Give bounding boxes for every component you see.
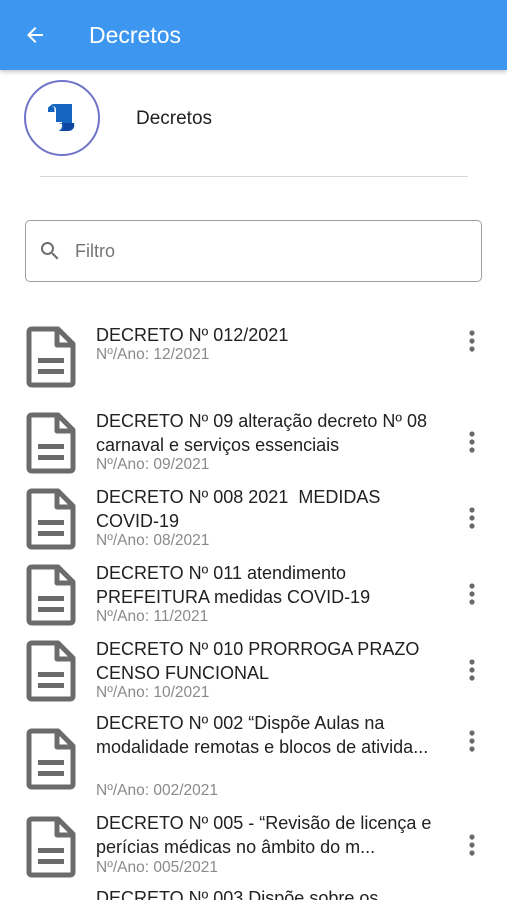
more-options-button[interactable] xyxy=(460,326,484,356)
document-icon xyxy=(26,728,76,790)
list-item[interactable]: DECRETO Nº 002 “Dispõe Aulas na modalida… xyxy=(0,710,507,806)
item-subtitle: Nº/Ano: 10/2021 xyxy=(96,684,210,701)
more-vertical-icon xyxy=(469,583,475,605)
item-subtitle: Nº/Ano: 002/2021 xyxy=(96,782,219,799)
document-icon xyxy=(26,816,76,878)
more-vertical-icon xyxy=(469,834,475,856)
more-vertical-icon xyxy=(469,659,475,681)
search-icon xyxy=(41,242,59,260)
header-divider xyxy=(40,176,468,177)
category-avatar xyxy=(24,80,100,156)
arrow-left-icon xyxy=(27,27,43,43)
item-title: DECRETO Nº 011 atendimento PREFEITURA me… xyxy=(96,563,371,607)
item-title: DECRETO Nº 002 “Dispõe Aulas na modalida… xyxy=(96,713,429,757)
more-vertical-icon xyxy=(469,431,475,453)
item-title: DECRETO Nº 012/2021 xyxy=(96,325,289,345)
more-vertical-icon xyxy=(469,507,475,529)
category-header: Decretos xyxy=(0,70,507,180)
list-item[interactable]: DECRETO Nº 010 PRORROGA PRAZO CENSO FUNC… xyxy=(0,634,507,706)
document-icon xyxy=(26,326,76,388)
more-options-button[interactable] xyxy=(460,830,484,860)
more-vertical-icon xyxy=(469,330,475,352)
scroll-icon xyxy=(48,104,75,131)
more-options-button[interactable] xyxy=(460,503,484,533)
back-button[interactable] xyxy=(0,0,70,70)
more-options-button[interactable] xyxy=(460,579,484,609)
item-subtitle: Nº/Ano: 11/2021 xyxy=(96,608,209,625)
list-item[interactable]: DECRETO Nº 008 2021 MEDIDAS COVID-19 Nº/… xyxy=(0,482,507,554)
list-item[interactable]: DECRETO Nº 011 atendimento PREFEITURA me… xyxy=(0,558,507,630)
item-title: DECRETO Nº 005 - “Revisão de licença e p… xyxy=(96,813,437,857)
item-title: DECRETO Nº 008 2021 MEDIDAS COVID-19 xyxy=(96,487,386,531)
filter-field[interactable] xyxy=(25,220,482,282)
page-title: Decretos xyxy=(89,21,182,48)
item-subtitle: Nº/Ano: 005/2021 xyxy=(96,859,219,876)
document-icon xyxy=(26,412,76,474)
list-item[interactable]: DECRETO Nº 005 - “Revisão de licença e p… xyxy=(0,810,507,882)
item-subtitle: Nº/Ano: 08/2021 xyxy=(96,532,210,549)
item-title: DECRETO Nº 003 Dispõe sobre os xyxy=(96,888,379,900)
more-vertical-icon xyxy=(469,730,475,752)
more-options-button[interactable] xyxy=(460,655,484,685)
document-icon xyxy=(26,488,76,550)
item-subtitle: Nº/Ano: 09/2021 xyxy=(96,456,210,473)
app-bar: Decretos xyxy=(0,0,507,70)
category-title: Decretos xyxy=(136,108,213,129)
filter-input[interactable] xyxy=(75,240,455,262)
list-item[interactable]: DECRETO Nº 09 alteração decreto Nº 08 ca… xyxy=(0,406,507,478)
item-subtitle: Nº/Ano: 12/2021 xyxy=(96,346,210,363)
item-title: DECRETO Nº 010 PRORROGA PRAZO CENSO FUNC… xyxy=(96,639,425,683)
document-icon xyxy=(26,640,76,702)
list-item[interactable]: DECRETO Nº 012/2021 Nº/Ano: 12/2021 xyxy=(0,320,507,392)
document-icon xyxy=(26,564,76,626)
more-options-button[interactable] xyxy=(460,427,484,457)
list-item[interactable]: DECRETO Nº 003 Dispõe sobre os xyxy=(0,886,507,900)
more-options-button[interactable] xyxy=(460,726,484,756)
item-title: DECRETO Nº 09 alteração decreto Nº 08 ca… xyxy=(96,411,432,455)
